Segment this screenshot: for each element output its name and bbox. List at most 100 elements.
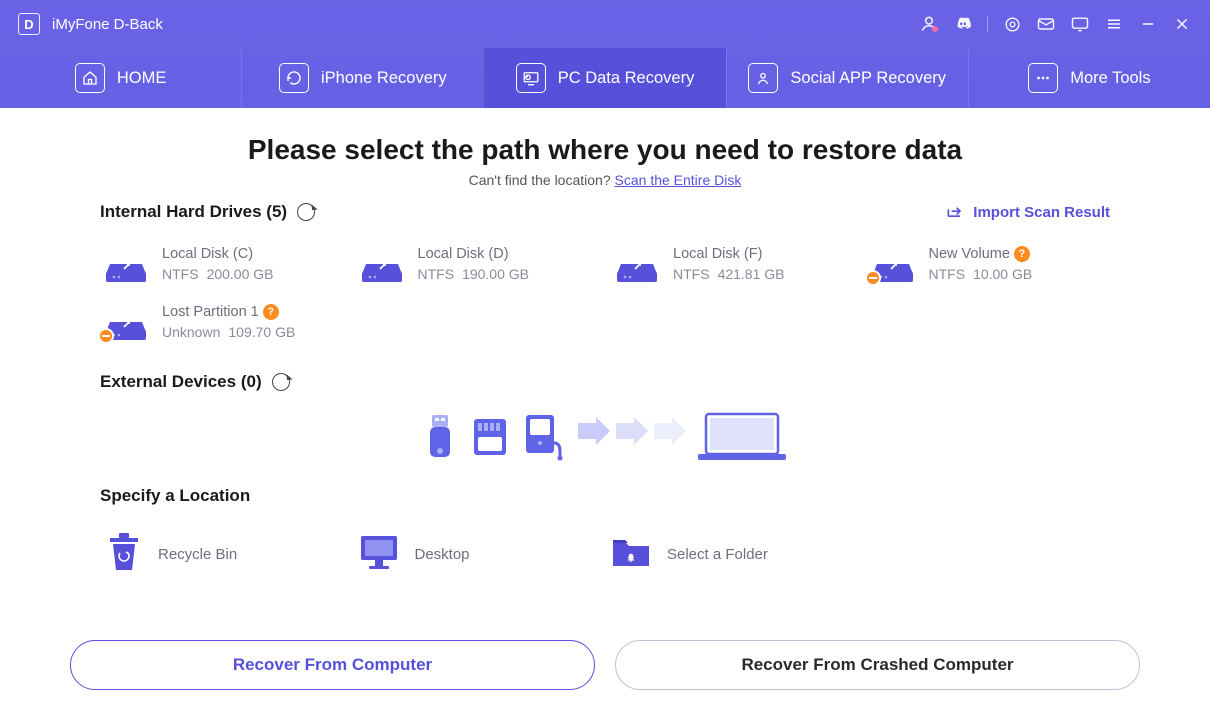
- location-desktop[interactable]: Desktop: [353, 522, 606, 587]
- drive-name: Local Disk (F): [673, 246, 785, 262]
- section-title-text: External Devices (0): [100, 372, 262, 392]
- feedback-icon[interactable]: [1070, 14, 1090, 34]
- refresh-icon[interactable]: [272, 373, 290, 391]
- tab-label: HOME: [117, 69, 167, 88]
- section-title-text: Specify a Location: [100, 486, 250, 506]
- drive-name: Lost Partition 1?: [162, 304, 295, 320]
- usb-drive-icon: [420, 411, 460, 461]
- drive-local-disk-d[interactable]: Local Disk (D) NTFS 190.00 GB: [356, 238, 600, 292]
- internal-drives-header: Internal Hard Drives (5) Import Scan Res…: [70, 202, 1140, 222]
- location-label: Desktop: [415, 546, 470, 563]
- import-label: Import Scan Result: [973, 204, 1110, 221]
- drives-grid: Local Disk (C) NTFS 200.00 GB Local Disk …: [70, 230, 1140, 354]
- laptop-icon: [694, 408, 790, 464]
- tab-label: Social APP Recovery: [790, 69, 946, 88]
- drive-size: 421.81 GB: [718, 266, 785, 282]
- drive-local-disk-f[interactable]: Local Disk (F) NTFS 421.81 GB: [611, 238, 855, 292]
- folder-icon: ✱: [609, 532, 653, 577]
- titlebar-divider: [987, 16, 988, 32]
- close-icon[interactable]: [1172, 14, 1192, 34]
- help-badge-icon[interactable]: ?: [1014, 246, 1030, 262]
- specify-location-title: Specify a Location: [100, 486, 250, 506]
- tab-label: More Tools: [1070, 69, 1150, 88]
- section-title-text: Internal Hard Drives (5): [100, 202, 287, 222]
- settings-icon[interactable]: [1002, 14, 1022, 34]
- internal-drives-title: Internal Hard Drives (5): [100, 202, 315, 222]
- drive-local-disk-c[interactable]: Local Disk (C) NTFS 200.00 GB: [100, 238, 344, 292]
- app-title: iMyFone D-Back: [52, 16, 163, 33]
- help-badge-icon[interactable]: ?: [263, 304, 279, 320]
- more-tools-icon: [1028, 63, 1058, 93]
- drive-fs: NTFS: [418, 266, 455, 282]
- iphone-recovery-icon: [279, 63, 309, 93]
- recycle-bin-icon: [104, 530, 144, 579]
- location-select-folder[interactable]: ✱ Select a Folder: [605, 522, 858, 587]
- home-icon: [75, 63, 105, 93]
- hard-drive-icon: [871, 246, 915, 284]
- discord-icon[interactable]: [953, 14, 973, 34]
- drive-fs: Unknown: [162, 324, 220, 340]
- import-scan-result-link[interactable]: Import Scan Result: [945, 202, 1110, 222]
- social-app-icon: [748, 63, 778, 93]
- minimize-icon[interactable]: [1138, 14, 1158, 34]
- app-logo-icon: D: [18, 13, 40, 35]
- recover-from-crashed-computer-button[interactable]: Recover From Crashed Computer: [615, 640, 1140, 690]
- hard-drive-icon: [615, 246, 659, 284]
- drive-size: 200.00 GB: [207, 266, 274, 282]
- drive-info: Local Disk (D) NTFS 190.00 GB: [418, 246, 530, 282]
- user-icon[interactable]: [919, 14, 939, 34]
- drive-fs: NTFS: [673, 266, 710, 282]
- page-subtitle: Can't find the location? Scan the Entire…: [70, 172, 1140, 188]
- hard-drive-icon: [104, 246, 148, 284]
- subtitle-prefix: Can't find the location?: [469, 172, 615, 188]
- drive-new-volume[interactable]: New Volume? NTFS 10.00 GB: [867, 238, 1111, 292]
- drive-info: New Volume? NTFS 10.00 GB: [929, 246, 1033, 282]
- drive-fs: NTFS: [162, 266, 199, 282]
- drive-info: Local Disk (C) NTFS 200.00 GB: [162, 246, 274, 282]
- tab-home[interactable]: HOME: [0, 48, 241, 108]
- svg-text:✱: ✱: [627, 554, 635, 564]
- header: D iMyFone D-Back: [0, 0, 1210, 108]
- drive-size: 190.00 GB: [462, 266, 529, 282]
- tab-more-tools[interactable]: More Tools: [968, 48, 1210, 108]
- external-hdd-icon: [520, 409, 568, 463]
- drive-name: Local Disk (C): [162, 246, 274, 262]
- arrow-right-icon: [576, 413, 686, 459]
- drive-name: New Volume?: [929, 246, 1033, 262]
- tab-social-app-recovery[interactable]: Social APP Recovery: [726, 48, 968, 108]
- location-recycle-bin[interactable]: Recycle Bin: [100, 522, 353, 587]
- external-devices-illustration: [70, 400, 1140, 470]
- footer: Recover From Computer Recover From Crash…: [0, 624, 1210, 710]
- warning-badge-icon: [98, 328, 114, 344]
- drive-lost-partition-1[interactable]: Lost Partition 1? Unknown109.70 GB: [100, 296, 344, 350]
- hard-drive-icon: [360, 246, 404, 284]
- external-devices-section: External Devices (0): [70, 372, 1140, 470]
- titlebar: D iMyFone D-Back: [0, 0, 1210, 48]
- menu-icon[interactable]: [1104, 14, 1124, 34]
- titlebar-actions: [919, 14, 1192, 34]
- drive-name: Local Disk (D): [418, 246, 530, 262]
- refresh-icon[interactable]: [297, 203, 315, 221]
- location-label: Recycle Bin: [158, 546, 237, 563]
- content: Please select the path where you need to…: [0, 108, 1210, 624]
- sd-card-icon: [468, 411, 512, 461]
- specify-location-section: Specify a Location Recycle Bin Desktop: [70, 486, 1140, 595]
- tab-pc-data-recovery[interactable]: PC Data Recovery: [483, 48, 725, 108]
- hard-drive-icon: [104, 304, 148, 342]
- desktop-icon: [357, 532, 401, 577]
- scan-entire-disk-link[interactable]: Scan the Entire Disk: [615, 172, 742, 188]
- pc-recovery-icon: [516, 63, 546, 93]
- drive-fs: NTFS: [929, 266, 966, 282]
- recover-from-computer-button[interactable]: Recover From Computer: [70, 640, 595, 690]
- drive-info: Local Disk (F) NTFS 421.81 GB: [673, 246, 785, 282]
- location-label: Select a Folder: [667, 546, 768, 563]
- drive-size: 10.00 GB: [973, 266, 1032, 282]
- drive-info: Lost Partition 1? Unknown109.70 GB: [162, 304, 295, 340]
- warning-badge-icon: [865, 270, 881, 286]
- hero: Please select the path where you need to…: [70, 134, 1140, 188]
- tab-iphone-recovery[interactable]: iPhone Recovery: [241, 48, 483, 108]
- mail-icon[interactable]: [1036, 14, 1056, 34]
- external-devices-title: External Devices (0): [100, 372, 290, 392]
- app-window: D iMyFone D-Back: [0, 0, 1210, 710]
- tab-label: iPhone Recovery: [321, 69, 447, 88]
